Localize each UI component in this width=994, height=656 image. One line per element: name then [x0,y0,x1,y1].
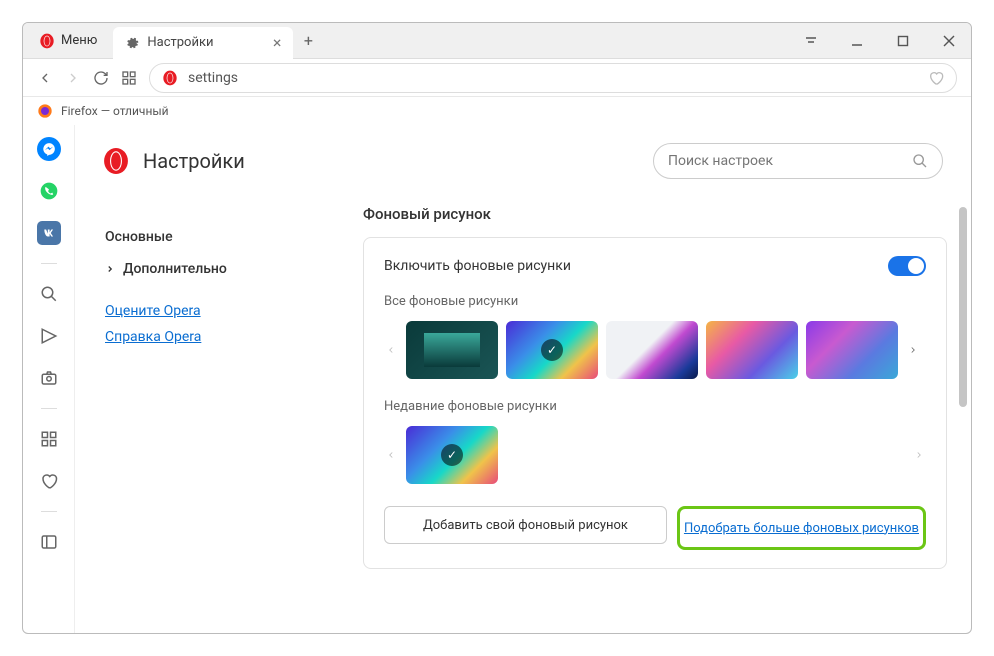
close-tab-icon[interactable]: × [273,35,282,51]
check-icon: ✓ [541,339,563,361]
check-icon: ✓ [441,444,463,466]
recent-gallery: ✓ [384,426,926,484]
back-button[interactable] [37,70,53,86]
more-wallpapers-link[interactable]: Подобрать больше фоновых рисунков [684,509,919,547]
opera-icon [39,33,55,49]
minimize-button[interactable] [835,23,879,59]
scrollbar[interactable] [959,207,967,407]
sidebar-setup-icon[interactable] [37,530,61,554]
all-wallpapers-label: Все фоновые рисунки [384,294,926,309]
flow-icon[interactable] [37,324,61,348]
tabs-menu-button[interactable] [789,23,833,59]
forward-button[interactable] [65,70,81,86]
close-button[interactable] [927,23,971,59]
bookmark-bar: Firefox — отличный [23,97,971,125]
settings-search-input[interactable] [668,153,912,169]
tab-title: Настройки [147,35,213,50]
window-controls [789,23,971,59]
reload-button[interactable] [93,70,109,86]
enable-wallpaper-label: Включить фоновые рисунки [384,258,571,274]
wallpaper-thumb[interactable] [806,321,898,379]
rate-opera-link[interactable]: Оцените Opera [105,303,331,319]
heart-icon[interactable] [37,469,61,493]
address-bar[interactable] [149,63,957,93]
firefox-icon [37,103,53,119]
wallpaper-gallery: ✓ [384,321,926,379]
bookmark-icon[interactable] [928,70,944,86]
page-header: Настройки [75,125,971,197]
separator [41,408,57,409]
opera-logo-icon [103,148,129,174]
speed-dial-button[interactable] [121,70,137,86]
menu-button[interactable]: Меню [23,23,113,58]
page-title: Настройки [143,149,245,173]
wallpaper-thumb[interactable] [706,321,798,379]
wallpaper-thumb[interactable]: ✓ [506,321,598,379]
search-icon[interactable] [37,282,61,306]
separator [41,263,57,264]
separator [41,511,57,512]
main: Основные Дополнительно Оцените Opera Спр… [75,197,971,633]
nav-advanced[interactable]: Дополнительно [105,253,331,285]
messenger-icon[interactable] [37,137,61,161]
titlebar: Меню Настройки × + [23,23,971,59]
settings-nav: Основные Дополнительно Оцените Opera Спр… [75,197,355,633]
gear-icon [125,36,139,50]
recent-wallpapers-label: Недавние фоновые рисунки [384,399,926,414]
chevron-right-icon [105,264,115,274]
wallpaper-thumb[interactable]: ✓ [406,426,498,484]
gallery-prev-button[interactable] [384,447,398,463]
wallpaper-thumb[interactable] [406,321,498,379]
section-title: Фоновый рисунок [363,205,947,223]
body: Настройки Основные Дополнительно Оцените… [23,125,971,633]
toolbar [23,59,971,97]
wallpaper-card: Включить фоновые рисунки Все фоновые рис… [363,237,947,569]
settings-panel: Фоновый рисунок Включить фоновые рисунки… [355,197,971,633]
opera-icon [162,70,178,86]
sidebar [23,125,75,633]
add-wallpaper-button[interactable]: Добавить свой фоновый рисунок [384,506,667,544]
extensions-icon[interactable] [37,427,61,451]
enable-wallpaper-toggle[interactable] [888,256,926,276]
content: Настройки Основные Дополнительно Оцените… [75,125,971,633]
tab-settings[interactable]: Настройки × [113,27,293,59]
search-icon [912,153,928,169]
bookmark-item[interactable]: Firefox — отличный [61,104,169,118]
gallery-next-button[interactable] [912,447,926,463]
gallery-next-button[interactable] [906,342,920,358]
vk-icon[interactable] [37,221,61,245]
nav-basic[interactable]: Основные [105,221,331,253]
snapshot-icon[interactable] [37,366,61,390]
browser-window: Меню Настройки × + Firefox — отличный [22,22,972,634]
whatsapp-icon[interactable] [37,179,61,203]
new-tab-button[interactable]: + [293,31,323,50]
address-input[interactable] [188,70,918,86]
help-opera-link[interactable]: Справка Opera [105,329,331,345]
panel-wrap: Фоновый рисунок Включить фоновые рисунки… [355,197,971,633]
highlight-box: Подобрать больше фоновых рисунков [677,506,926,550]
settings-search[interactable] [653,143,943,179]
maximize-button[interactable] [881,23,925,59]
wallpaper-thumb[interactable] [606,321,698,379]
menu-label: Меню [61,33,97,48]
gallery-prev-button[interactable] [384,342,398,358]
